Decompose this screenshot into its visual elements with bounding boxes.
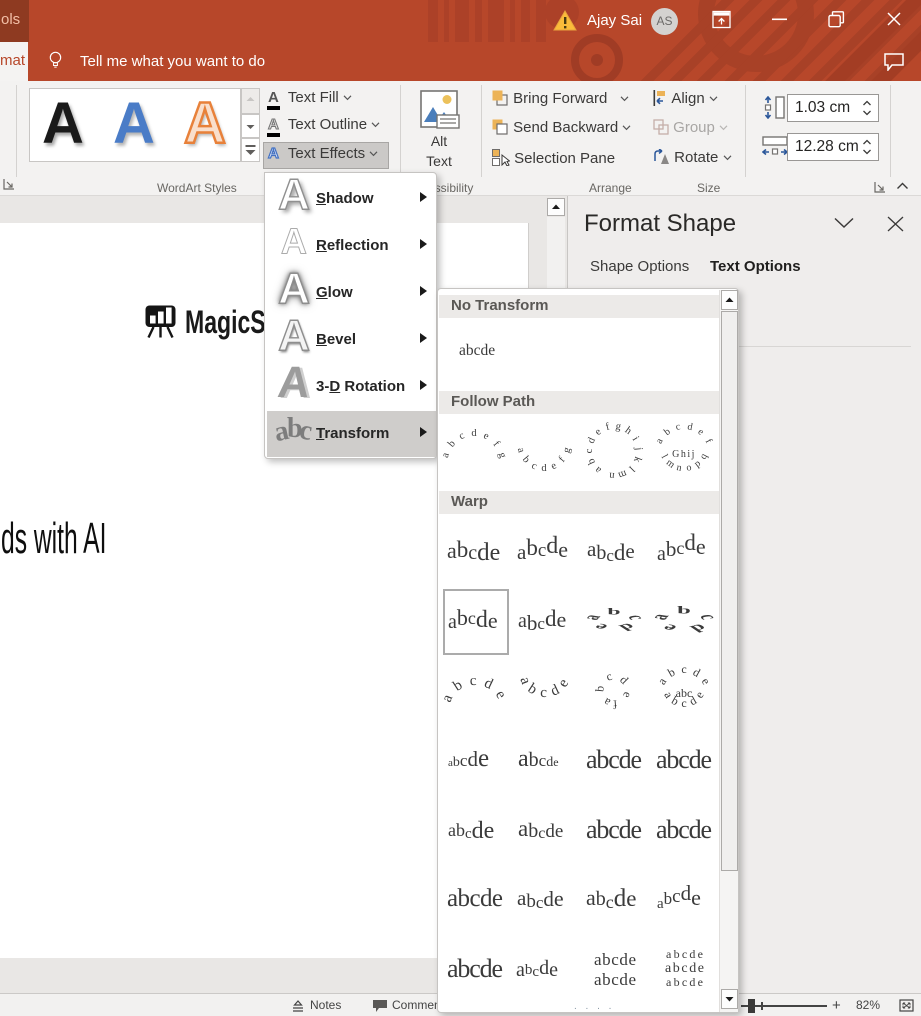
svg-text:abcde: abcde xyxy=(594,970,636,989)
svg-text:abcde: abcde xyxy=(657,530,706,565)
svg-text:a: a xyxy=(655,675,670,688)
svg-text:c: c xyxy=(530,460,539,472)
svg-text:b: b xyxy=(662,426,673,438)
svg-text:abcde: abcde xyxy=(447,885,503,912)
svg-text:d: d xyxy=(685,621,712,634)
svg-text:d: d xyxy=(541,463,547,474)
svg-text:j: j xyxy=(633,446,644,451)
svg-text:q: q xyxy=(698,452,710,462)
svg-text:d: d xyxy=(691,665,703,680)
svg-text:d: d xyxy=(686,421,693,433)
svg-text:a: a xyxy=(600,695,612,710)
svg-text:l: l xyxy=(626,463,636,473)
svg-text:k: k xyxy=(631,455,643,464)
svg-text:a: a xyxy=(593,464,604,476)
svg-text:f: f xyxy=(491,439,502,449)
svg-text:b: b xyxy=(592,685,606,692)
svg-text:c: c xyxy=(623,613,647,621)
svg-text:n: n xyxy=(676,462,683,474)
svg-text:a: a xyxy=(581,613,606,621)
svg-text:b: b xyxy=(665,665,677,680)
svg-text:abcde: abcde xyxy=(516,957,558,981)
svg-text:e: e xyxy=(699,675,714,687)
svg-text:abcde: abcde xyxy=(666,947,703,961)
svg-text:abcde: abcde xyxy=(586,815,642,844)
svg-text:abcde: abcde xyxy=(516,675,572,701)
svg-text:b: b xyxy=(446,438,458,449)
svg-text:e: e xyxy=(658,622,682,634)
svg-text:abcde: abcde xyxy=(656,815,712,844)
svg-text:a: a xyxy=(654,436,666,446)
svg-text:e: e xyxy=(696,426,707,438)
svg-text:h: h xyxy=(623,425,634,437)
svg-text:abcde: abcde xyxy=(517,886,564,912)
svg-text:f: f xyxy=(703,437,715,446)
svg-text:c: c xyxy=(604,669,614,684)
svg-text:e: e xyxy=(549,460,558,472)
svg-text:abcde: abcde xyxy=(442,673,508,705)
svg-text:f: f xyxy=(613,697,618,711)
svg-text:c: c xyxy=(681,662,686,676)
svg-text:f: f xyxy=(605,421,612,433)
svg-text:d: d xyxy=(471,428,477,439)
svg-text:e: e xyxy=(593,426,604,438)
svg-text:Ghij: Ghij xyxy=(672,449,696,460)
svg-text:a: a xyxy=(515,446,527,454)
svg-text:abcde: abcde xyxy=(656,745,712,774)
svg-text:abcde: abcde xyxy=(518,746,559,772)
svg-text:abcde: abcde xyxy=(594,950,636,969)
svg-text:c: c xyxy=(675,421,682,433)
svg-text:abcde: abcde xyxy=(447,954,503,983)
svg-text:abcde: abcde xyxy=(518,816,563,842)
svg-text:abcde: abcde xyxy=(586,885,636,912)
svg-text:c: c xyxy=(681,696,686,710)
svg-text:abcde: abcde xyxy=(447,537,500,566)
svg-text:b: b xyxy=(520,454,532,465)
svg-text:abcde: abcde xyxy=(518,606,566,635)
svg-text:g: g xyxy=(615,421,623,433)
svg-text:abcde: abcde xyxy=(586,745,642,774)
svg-text:e: e xyxy=(589,622,612,633)
svg-text:g: g xyxy=(561,445,573,454)
svg-text:b: b xyxy=(677,605,691,617)
svg-text:c: c xyxy=(693,613,717,621)
svg-text:b: b xyxy=(586,457,598,466)
svg-text:abcde: abcde xyxy=(665,961,704,976)
svg-text:a: a xyxy=(651,612,675,621)
svg-text:n: n xyxy=(608,470,615,481)
svg-text:abcde: abcde xyxy=(517,533,568,564)
svg-text:e: e xyxy=(620,690,635,700)
svg-text:g: g xyxy=(496,451,508,460)
svg-text:p: p xyxy=(692,458,703,470)
svg-text:m: m xyxy=(617,467,628,480)
svg-text:f: f xyxy=(557,455,568,465)
svg-text:c: c xyxy=(457,430,466,442)
svg-text:abcde: abcde xyxy=(587,537,635,565)
svg-text:o: o xyxy=(685,462,692,474)
svg-text:a: a xyxy=(442,451,452,459)
svg-text:e: e xyxy=(482,430,491,442)
svg-text:i: i xyxy=(630,435,641,443)
svg-text:abcde: abcde xyxy=(666,975,703,989)
svg-text:d: d xyxy=(586,435,599,445)
svg-text:abcde: abcde xyxy=(448,745,489,772)
svg-text:abcde: abcde xyxy=(448,818,494,844)
svg-text:c: c xyxy=(584,448,595,453)
svg-text:b: b xyxy=(607,606,620,617)
svg-text:abcde: abcde xyxy=(657,881,701,912)
svg-text:d: d xyxy=(617,673,631,687)
svg-text:d: d xyxy=(615,621,640,633)
